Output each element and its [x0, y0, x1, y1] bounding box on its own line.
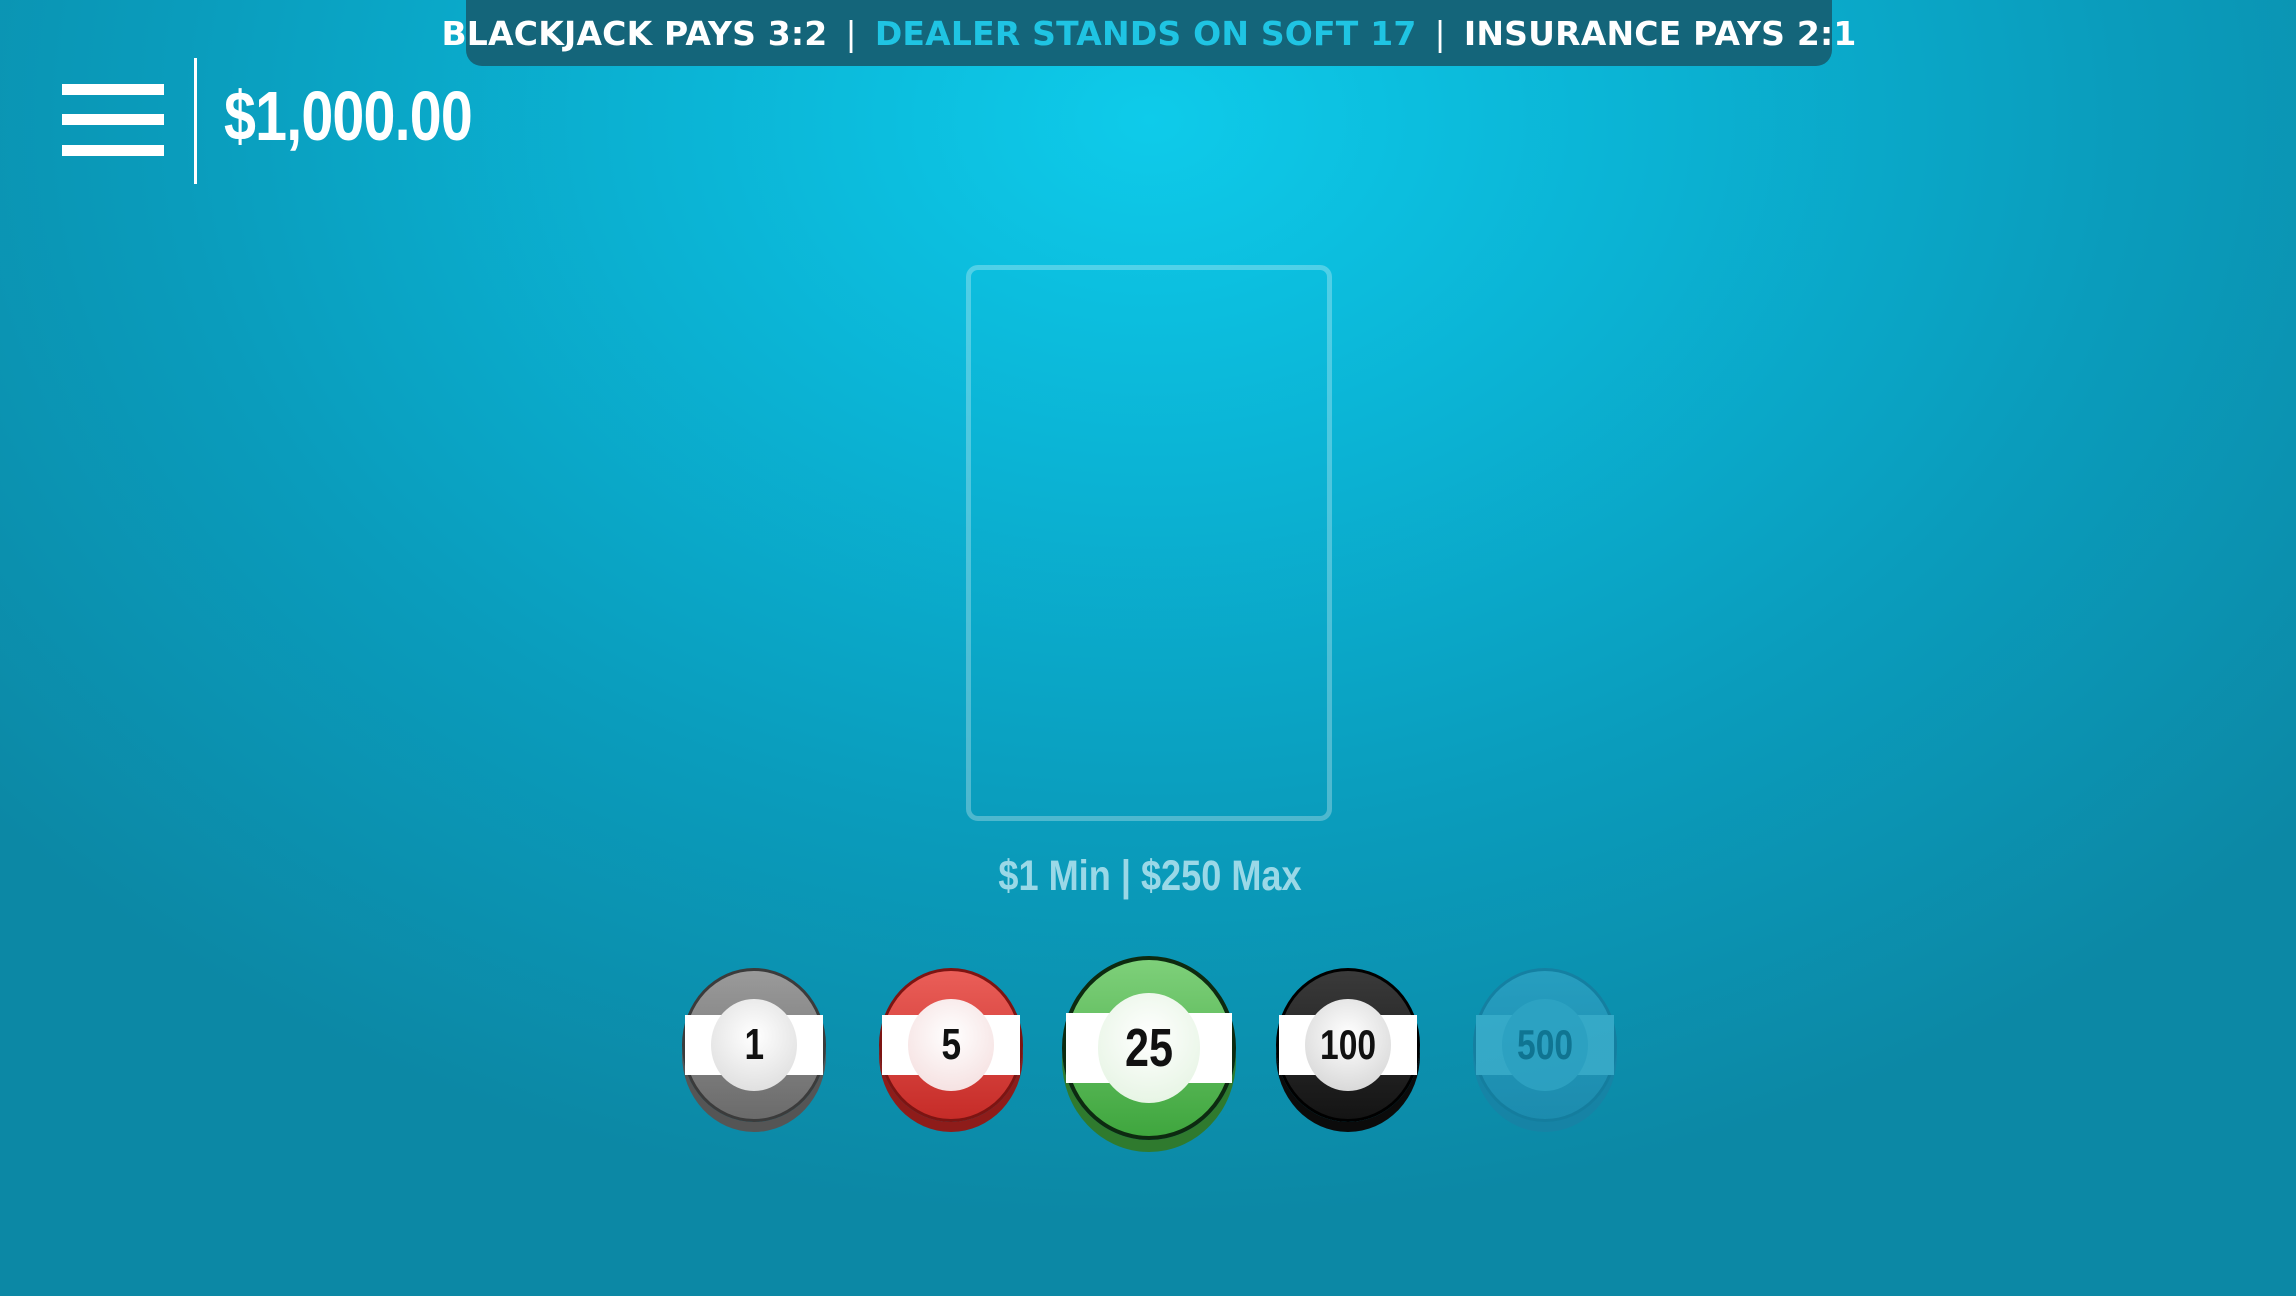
chip-100-label: 100 — [1319, 1021, 1377, 1068]
chip-5[interactable]: 5 — [879, 968, 1023, 1122]
dealer-stand-rule: DEALER STANDS ON SOFT 17 — [874, 13, 1417, 53]
bet-spot[interactable] — [966, 265, 1332, 821]
chip-100[interactable]: 100 — [1276, 968, 1420, 1122]
banner-separator: | — [1434, 13, 1446, 53]
chip-5-label: 5 — [941, 1020, 961, 1069]
chip-1-label: 1 — [744, 1020, 764, 1069]
bet-limits-label: $1 Min | $250 Max — [998, 852, 1302, 900]
table-rules-banner: BLACKJACK PAYS 3:2 | DEALER STANDS ON SO… — [441, 0, 1856, 66]
insurance-payout-rule: INSURANCE PAYS 2:1 — [1463, 13, 1857, 53]
blackjack-payout-rule: BLACKJACK PAYS 3:2 — [441, 13, 828, 53]
chip-500: 500 — [1473, 968, 1617, 1122]
chip-500-label: 500 — [1516, 1021, 1574, 1068]
hamburger-menu-icon[interactable] — [62, 84, 164, 156]
chip-25[interactable]: 25 — [1062, 956, 1236, 1140]
chip-1[interactable]: 1 — [682, 968, 826, 1122]
balance-display: $1,000.00 — [224, 77, 473, 155]
chip-25-label: 25 — [1124, 1017, 1174, 1078]
banner-separator: | — [845, 13, 857, 53]
header-divider — [194, 58, 197, 184]
